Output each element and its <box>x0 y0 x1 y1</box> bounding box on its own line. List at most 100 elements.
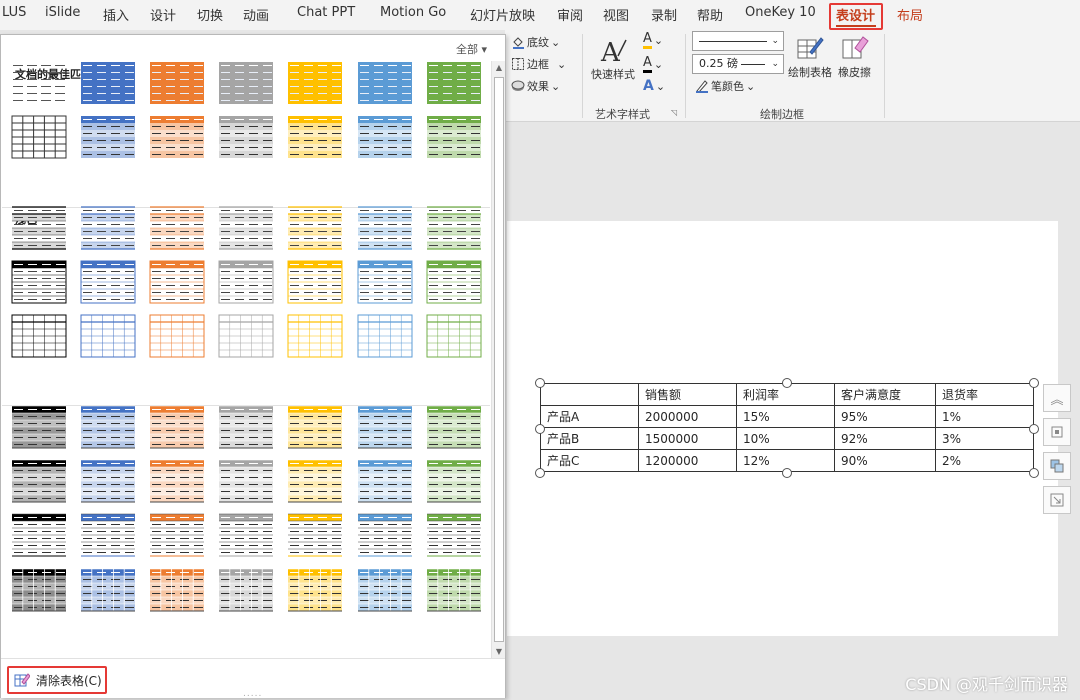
table-style-thumbnail[interactable] <box>218 260 274 304</box>
table-style-thumbnail[interactable] <box>11 459 67 503</box>
table-style-thumbnail[interactable] <box>357 568 413 612</box>
table-style-thumbnail[interactable] <box>426 260 482 304</box>
tab-insert[interactable]: 插入 <box>103 5 129 24</box>
tab-transitions[interactable]: 切换 <box>197 5 223 24</box>
table-style-thumbnail[interactable] <box>11 206 67 250</box>
gallery-filter-dropdown[interactable]: 全部 ▾ <box>456 41 487 57</box>
quick-styles-button[interactable]: A 快速样式 <box>591 36 635 82</box>
table-style-thumbnail[interactable] <box>426 115 482 159</box>
resize-grip[interactable]: ..... <box>243 689 262 699</box>
table-cell[interactable]: 1% <box>935 405 1034 428</box>
table-style-thumbnail[interactable] <box>218 459 274 503</box>
table-cell[interactable]: 3% <box>935 427 1034 450</box>
resize-handle[interactable] <box>782 378 792 388</box>
table-style-thumbnail[interactable] <box>80 513 136 557</box>
table-style-thumbnail[interactable] <box>218 513 274 557</box>
table-style-thumbnail[interactable] <box>426 568 482 612</box>
table-style-thumbnail[interactable] <box>287 206 343 250</box>
table-style-thumbnail[interactable] <box>11 405 67 449</box>
tab-chatppt[interactable]: Chat PPT <box>297 5 355 20</box>
table-style-thumbnail[interactable] <box>11 568 67 612</box>
table-style-thumbnail[interactable] <box>80 260 136 304</box>
resize-handle[interactable] <box>1029 468 1039 478</box>
table-style-thumbnail[interactable] <box>11 513 67 557</box>
table-style-thumbnail[interactable] <box>11 260 67 304</box>
clear-table-button[interactable]: 清除表格(C) <box>7 666 107 694</box>
table-style-thumbnail[interactable] <box>426 206 482 250</box>
table-cell[interactable]: 15% <box>736 405 835 428</box>
table-style-thumbnail[interactable] <box>149 115 205 159</box>
gallery-scrollbar[interactable]: ▲ ▼ <box>491 61 505 659</box>
data-table[interactable]: 销售额 利润率 客户满意度 退货率 产品A 2000000 15% 95% 1%… <box>540 383 1034 472</box>
table-style-thumbnail[interactable] <box>357 314 413 358</box>
table-style-thumbnail[interactable] <box>357 206 413 250</box>
table-style-thumbnail[interactable] <box>357 513 413 557</box>
table-cell[interactable]: 1200000 <box>638 449 737 472</box>
layout-options-button[interactable] <box>1043 418 1071 446</box>
table-style-thumbnail[interactable] <box>287 260 343 304</box>
tab-design[interactable]: 设计 <box>150 5 176 24</box>
table-style-thumbnail[interactable] <box>11 61 67 105</box>
table-style-thumbnail[interactable] <box>149 568 205 612</box>
scroll-thumb[interactable] <box>494 77 504 642</box>
table-style-thumbnail[interactable] <box>80 314 136 358</box>
table-cell[interactable]: 92% <box>834 427 936 450</box>
table-style-thumbnail[interactable] <box>149 314 205 358</box>
tab-view[interactable]: 视图 <box>603 5 629 24</box>
table-style-thumbnail[interactable] <box>149 61 205 105</box>
text-fill-button[interactable]: A ⌄ <box>643 32 663 49</box>
table-style-thumbnail[interactable] <box>149 459 205 503</box>
tab-layout[interactable]: 布局 <box>897 5 923 24</box>
table-style-thumbnail[interactable] <box>426 459 482 503</box>
table-style-thumbnail[interactable] <box>218 314 274 358</box>
table-style-thumbnail[interactable] <box>218 405 274 449</box>
table-cell[interactable]: 产品A <box>540 405 639 428</box>
table-style-thumbnail[interactable] <box>287 459 343 503</box>
table-style-thumbnail[interactable] <box>80 206 136 250</box>
table-style-thumbnail[interactable] <box>80 115 136 159</box>
resize-handle[interactable] <box>535 378 545 388</box>
table-style-thumbnail[interactable] <box>426 61 482 105</box>
table-cell[interactable] <box>540 383 639 406</box>
text-outline-button[interactable]: A ⌄ <box>643 56 663 73</box>
resize-handle[interactable] <box>782 468 792 478</box>
tab-help[interactable]: 帮助 <box>697 5 723 24</box>
dialog-launcher-icon[interactable]: ◹ <box>671 108 677 117</box>
eraser-button[interactable]: 橡皮擦 <box>838 34 871 80</box>
effects-button[interactable]: 效果 ⌄ <box>511 78 560 94</box>
tab-animations[interactable]: 动画 <box>243 5 269 24</box>
table-cell[interactable]: 退货率 <box>935 383 1034 406</box>
table-style-thumbnail[interactable] <box>80 405 136 449</box>
table-cell[interactable]: 1500000 <box>638 427 737 450</box>
text-effects-button[interactable]: A ⌄ <box>643 78 665 94</box>
table-style-thumbnail[interactable] <box>218 115 274 159</box>
table-style-thumbnail[interactable] <box>357 115 413 159</box>
table-style-thumbnail[interactable] <box>287 115 343 159</box>
resize-handle[interactable] <box>1029 378 1039 388</box>
tab-record[interactable]: 录制 <box>651 5 677 24</box>
table-style-thumbnail[interactable] <box>287 568 343 612</box>
tab-onekey[interactable]: OneKey 10 <box>745 5 816 20</box>
table-style-thumbnail[interactable] <box>287 513 343 557</box>
table-style-thumbnail[interactable] <box>80 61 136 105</box>
scroll-up-icon[interactable]: ▲ <box>492 61 506 75</box>
table-style-thumbnail[interactable] <box>149 260 205 304</box>
arrange-button[interactable] <box>1043 452 1071 480</box>
table-style-thumbnail[interactable] <box>149 513 205 557</box>
table-style-thumbnail[interactable] <box>218 206 274 250</box>
table-cell[interactable]: 2000000 <box>638 405 737 428</box>
table-style-thumbnail[interactable] <box>426 405 482 449</box>
table-style-thumbnail[interactable] <box>80 459 136 503</box>
table-cell[interactable]: 2% <box>935 449 1034 472</box>
borders-button[interactable]: 边框 ⌄ <box>511 56 566 72</box>
table-style-thumbnail[interactable] <box>357 459 413 503</box>
table-style-thumbnail[interactable] <box>149 405 205 449</box>
table-style-thumbnail[interactable] <box>80 568 136 612</box>
tab-lus[interactable]: LUS <box>2 5 26 20</box>
tab-motiongo[interactable]: Motion Go <box>380 5 446 20</box>
table-style-thumbnail[interactable] <box>11 115 67 159</box>
table-style-thumbnail[interactable] <box>218 568 274 612</box>
pen-color-button[interactable]: 笔颜色 ⌄ <box>695 78 755 94</box>
resize-handle[interactable] <box>535 424 545 434</box>
pen-style-dropdown[interactable]: ⌄ <box>692 31 784 51</box>
